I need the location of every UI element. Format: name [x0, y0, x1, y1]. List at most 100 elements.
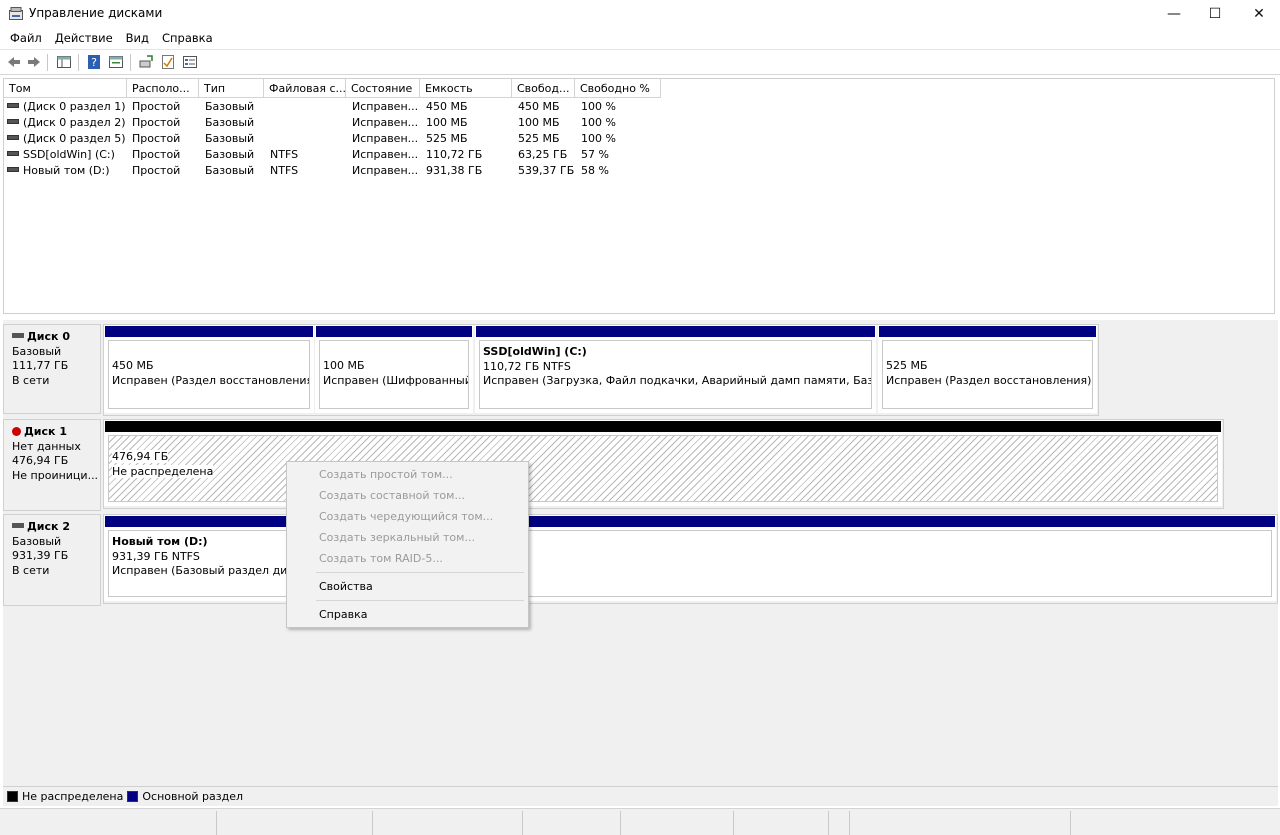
disk-icon [12, 523, 24, 528]
column-header-layout[interactable]: Располо... [127, 79, 199, 98]
status-separator [849, 811, 850, 835]
disk-0-partitions: 450 МБ Исправен (Раздел восстановления) … [103, 324, 1099, 416]
status-separator [522, 811, 523, 835]
back-icon[interactable] [6, 54, 22, 70]
status-separator [1070, 811, 1071, 835]
partition-color-bar [316, 326, 472, 337]
cell-volume: (Диск 0 раздел 1) [23, 100, 126, 113]
partition-unallocated[interactable]: 476,94 ГБ Не распределена [104, 420, 1222, 506]
maximize-icon: ☐ [1208, 6, 1222, 22]
disk-1-label[interactable]: Диск 1 Нет данных 476,94 ГБ Не проиници.… [3, 419, 101, 511]
status-separator [620, 811, 621, 835]
column-header-free-percent[interactable]: Свободно % [575, 79, 661, 98]
disk-graphical-view: Диск 0 Базовый 111,77 ГБ В сети 450 МБ И… [3, 320, 1278, 786]
disk-kind: Базовый [12, 534, 62, 548]
menu-create-striped-volume[interactable]: Создать чередующийся том... [319, 510, 493, 523]
close-button[interactable]: ✕ [1236, 0, 1280, 28]
cell-type: Базовый [205, 100, 255, 113]
cell-capacity: 525 МБ [426, 132, 468, 145]
column-header-capacity[interactable]: Емкость [420, 79, 512, 98]
disk-2-partitions: Новый том (D:) 931,39 ГБ NTFS Исправен (… [103, 514, 1278, 604]
menu-help-item[interactable]: Справка [319, 608, 367, 621]
minimize-button[interactable]: — [1151, 0, 1197, 28]
check-icon[interactable] [160, 54, 176, 70]
partition-status: Исправен (Раздел восстановления) [112, 373, 310, 387]
column-header-status[interactable]: Состояние [346, 79, 420, 98]
forward-icon[interactable] [26, 54, 42, 70]
cell-type: Базовый [205, 132, 255, 145]
connect-icon[interactable] [138, 54, 154, 70]
toolbar: ? [0, 49, 1280, 75]
partition-size: 100 МБ [323, 359, 365, 372]
partition-encrypted-100[interactable]: 100 МБ Исправен (Шифрованный ( [315, 325, 473, 413]
menu-file[interactable]: Файл [10, 28, 42, 48]
menu-create-mirrored-volume[interactable]: Создать зеркальный том... [319, 531, 475, 544]
menu-help[interactable]: Справка [162, 28, 213, 48]
table-row[interactable]: (Диск 0 раздел 1) Простой Базовый Исправ… [4, 99, 1274, 115]
cell-volume: (Диск 0 раздел 2) [23, 116, 126, 129]
table-row[interactable]: SSD[oldWin] (C:) Простой Базовый NTFS Ис… [4, 147, 1274, 163]
cell-status: Исправен... [352, 164, 419, 177]
list-header: Том Располо... Тип Файловая с... Состоян… [4, 79, 1274, 98]
partition-size: 450 МБ [112, 359, 154, 372]
properties-icon[interactable] [108, 54, 124, 70]
disk-management-app-icon [9, 7, 23, 20]
cell-free: 63,25 ГБ [518, 148, 568, 161]
partition-status: Исправен (Шифрованный ( [323, 373, 469, 387]
partition-size: 476,94 ГБ [112, 450, 169, 463]
column-header-volume[interactable]: Том [4, 79, 127, 98]
menu-create-simple-volume[interactable]: Создать простой том... [319, 468, 453, 481]
partition-recovery-450[interactable]: 450 МБ Исправен (Раздел восстановления) [104, 325, 314, 413]
cell-layout: Простой [132, 116, 181, 129]
status-bar [0, 808, 1280, 835]
disk-state: В сети [12, 373, 50, 387]
legend: Не распределена Основной раздел [3, 786, 1278, 806]
partition-new-volume-d[interactable]: Новый том (D:) 931,39 ГБ NTFS Исправен (… [104, 515, 1276, 601]
legend-label: Не распределена [22, 790, 124, 803]
cell-layout: Простой [132, 132, 181, 145]
minimize-icon: — [1167, 6, 1181, 22]
partition-ssd-oldwin-c[interactable]: SSD[oldWin] (C:) 110,72 ГБ NTFS Исправен… [475, 325, 876, 413]
column-header-type[interactable]: Тип [199, 79, 264, 98]
show-hide-console-tree-icon[interactable] [56, 54, 72, 70]
partition-status: Исправен (Загрузка, Файл подкачки, Авари… [483, 374, 872, 387]
window-title: Управление дисками [29, 6, 163, 20]
partition-size: 525 МБ [886, 359, 928, 372]
disk-0-label[interactable]: Диск 0 Базовый 111,77 ГБ В сети [3, 324, 101, 414]
partition-size: 110,72 ГБ NTFS [483, 359, 571, 373]
volume-list[interactable]: Том Располо... Тип Файловая с... Состоян… [3, 78, 1275, 314]
volume-icon [7, 167, 19, 172]
cell-status: Исправен... [352, 100, 419, 113]
menu-separator [316, 572, 524, 573]
volume-icon [7, 135, 19, 140]
menu-view[interactable]: Вид [126, 28, 149, 48]
cell-layout: Простой [132, 100, 181, 113]
cell-volume: Новый том (D:) [23, 164, 110, 177]
column-header-filesystem[interactable]: Файловая с... [264, 79, 346, 98]
volume-icon [7, 103, 19, 108]
table-row[interactable]: Новый том (D:) Простой Базовый NTFS Испр… [4, 163, 1274, 179]
menu-properties[interactable]: Свойства [319, 580, 373, 593]
legend-item-unallocated: Не распределена [7, 790, 123, 803]
column-header-free-space[interactable]: Свобод... [512, 79, 575, 98]
list-icon[interactable] [182, 54, 198, 70]
cell-volume: SSD[oldWin] (C:) [23, 148, 115, 161]
volume-icon [7, 119, 19, 124]
table-row[interactable]: (Диск 0 раздел 5) Простой Базовый Исправ… [4, 131, 1274, 147]
cell-free-percent: 100 % [581, 116, 616, 129]
table-row[interactable]: (Диск 0 раздел 2) Простой Базовый Исправ… [4, 115, 1274, 131]
cell-volume: (Диск 0 раздел 5) [23, 132, 126, 145]
help-icon[interactable]: ? [86, 54, 102, 70]
status-separator [216, 811, 217, 835]
menu-action[interactable]: Действие [55, 28, 113, 48]
menu-bar: Файл Действие Вид Справка [0, 28, 1280, 48]
partition-recovery-525[interactable]: 525 МБ Исправен (Раздел восстановления) [878, 325, 1097, 413]
disk-2-label[interactable]: Диск 2 Базовый 931,39 ГБ В сети [3, 514, 101, 606]
partition-status: Исправен (Раздел восстановления) [886, 373, 1092, 387]
menu-create-raid5-volume[interactable]: Создать том RAID-5... [319, 552, 443, 565]
cell-type: Базовый [205, 164, 255, 177]
maximize-button[interactable]: ☐ [1192, 0, 1238, 28]
disk-name: Диск 0 [27, 330, 70, 343]
status-separator [733, 811, 734, 835]
menu-create-spanned-volume[interactable]: Создать составной том... [319, 489, 465, 502]
